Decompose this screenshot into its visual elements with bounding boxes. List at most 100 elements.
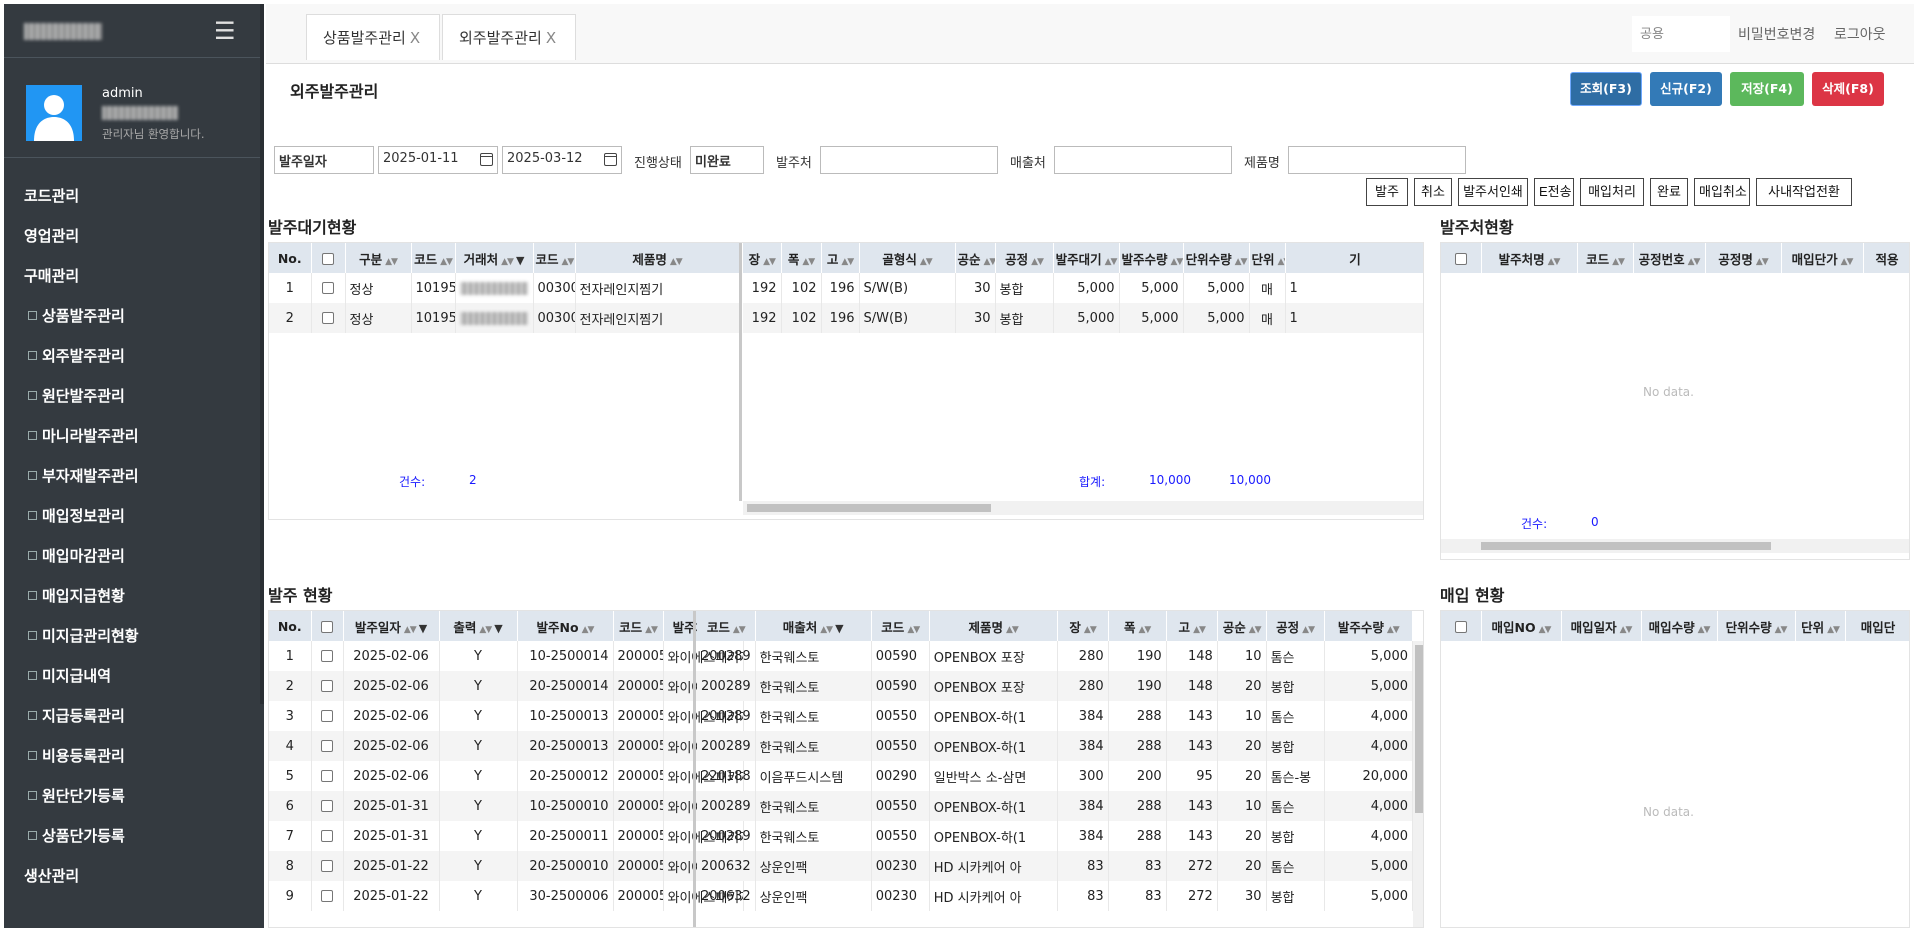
grid-cell[interactable]: 200005 — [613, 641, 664, 671]
grid-cell[interactable]: S/W(B) — [859, 303, 956, 333]
grid-cell[interactable]: 5,000 — [1119, 303, 1184, 333]
table-row[interactable]: 200289 한국웨스토 00550 OPENBOX-하(1 384 288 143 10 톰슨… — [697, 791, 1414, 821]
sort-icon[interactable]: ▲▼ — [1698, 625, 1711, 635]
grid-cell[interactable]: 00590 — [871, 641, 930, 671]
supplier-horizontal-scrollbar[interactable] — [1441, 539, 1909, 553]
grid-cell[interactable]: 200005 — [613, 701, 664, 731]
sidebar-item[interactable]: 매입정보관리 — [4, 496, 260, 536]
grid-cell[interactable]: 한국웨스토 — [755, 821, 872, 851]
grid-cell[interactable]: 280 — [1057, 671, 1109, 701]
table-row[interactable]: 192 102 196 S/W(B) 30 봉합 5,000 5,000 5,000 매 1 — [743, 273, 1423, 303]
tab-product-order[interactable]: 상품발주관리 X — [306, 14, 440, 60]
grid-cell[interactable]: 200289 — [697, 641, 756, 671]
action-button[interactable]: 사내작업전환 — [1756, 178, 1852, 206]
row-checkbox[interactable] — [321, 740, 333, 752]
action-button[interactable]: E전송 — [1534, 178, 1574, 206]
grid-cell[interactable]: 384 — [1057, 791, 1109, 821]
column-header[interactable]: 단위▲▼ — [1795, 611, 1846, 641]
grid-cell[interactable]: 200005 — [613, 791, 664, 821]
grid-cell[interactable]: 200005 — [613, 881, 664, 911]
column-header[interactable]: 구분 ▲▼ — [345, 243, 412, 273]
grid-cell[interactable]: 10 — [1217, 701, 1267, 731]
grid-cell[interactable]: 200289 — [697, 821, 756, 851]
column-header[interactable]: 공정 ▲▼ — [995, 243, 1054, 273]
sort-icon[interactable]: ▲▼ — [1031, 257, 1044, 267]
table-row[interactable]: 200289 한국웨스토 00550 OPENBOX-하(1 384 288 143 10 톰슨… — [697, 701, 1414, 731]
row-checkbox[interactable] — [321, 680, 333, 692]
action-button[interactable]: 매입취소 — [1694, 178, 1750, 206]
grid-cell[interactable]: 148 — [1166, 671, 1218, 701]
grid-cell[interactable]: OPENBOX-하(1 — [929, 821, 1058, 851]
grid-cell[interactable]: 95 — [1166, 761, 1218, 791]
grid-cell[interactable]: HD 시카케어 아 — [929, 851, 1058, 881]
grid-cell[interactable]: 200632 — [697, 881, 756, 911]
action-button[interactable]: 발주서인쇄 — [1458, 178, 1528, 206]
sort-icon[interactable]: ▲▼ — [1084, 625, 1097, 635]
column-header[interactable]: 발주No ▲▼ — [517, 611, 614, 641]
grid-cell[interactable]: 143 — [1166, 791, 1218, 821]
grid-cell[interactable]: 2025-01-31 — [343, 791, 440, 821]
grid-cell[interactable]: 288 — [1108, 701, 1167, 731]
grid-cell[interactable]: 20 — [1217, 731, 1267, 761]
action-button[interactable]: 취소 — [1414, 178, 1452, 206]
grid-cell[interactable]: 200289 — [697, 791, 756, 821]
table-row[interactable]: 1 정상101959 00300전자레인지찜기 — [269, 273, 740, 303]
grid-cell[interactable]: 20,000 — [1324, 761, 1414, 791]
grid-cell[interactable]: 102 — [781, 273, 822, 303]
column-header[interactable]: 코드 ▲▼ — [533, 243, 576, 273]
grid-cell[interactable]: 00230 — [871, 851, 930, 881]
table-row[interactable]: 200289 한국웨스토 00590 OPENBOX 포장 280 190 148 20 봉합 5… — [697, 671, 1414, 701]
grid-cell[interactable]: 200 — [1108, 761, 1167, 791]
scroll-thumb[interactable] — [747, 504, 991, 512]
grid-cell[interactable]: 전자레인지찜기 — [575, 303, 740, 333]
filter-icon[interactable]: ▼ — [516, 254, 524, 267]
select-all-checkbox[interactable] — [322, 253, 334, 265]
grid-cell[interactable]: 5,000 — [1324, 881, 1414, 911]
grid-cell[interactable]: 20-2500010 — [517, 851, 614, 881]
table-row[interactable]: 22025-02-06Y20-2500014200005와이에스패키지 — [269, 671, 744, 701]
grid-cell[interactable]: 220188 — [697, 761, 756, 791]
grid-cell[interactable]: 200005 — [613, 851, 664, 881]
grid-cell[interactable] — [311, 303, 346, 333]
table-row[interactable]: 220188 이음푸드시스템 00290 일반박스 소-삼면 300 200 95 20 톰슨-… — [697, 761, 1414, 791]
grid-cell[interactable]: 봉합 — [1266, 881, 1325, 911]
table-row[interactable]: 192 102 196 S/W(B) 30 봉합 5,000 5,000 5,000 매 1 — [743, 303, 1423, 333]
sidebar-item[interactable]: 미지급관리현황 — [4, 616, 260, 656]
grid-cell[interactable]: 20 — [1217, 671, 1267, 701]
grid-cell[interactable]: 10 — [1217, 641, 1267, 671]
grid-cell[interactable]: 272 — [1166, 881, 1218, 911]
scroll-thumb[interactable] — [1481, 542, 1771, 550]
table-row[interactable]: 5 2025-02-06 Y 20-2500012 200005 와이에스패키지 — [269, 761, 744, 791]
sort-icon[interactable]: ▲▼ — [907, 625, 920, 635]
grid-cell[interactable]: 상운인팩 — [755, 881, 872, 911]
grid-cell[interactable]: 10-2500010 — [517, 791, 614, 821]
grid-cell[interactable]: 288 — [1108, 821, 1167, 851]
sidebar-item[interactable]: 매입마감관리 — [4, 536, 260, 576]
column-header[interactable]: 골형식 ▲▼ — [859, 243, 956, 273]
grid-cell[interactable]: 7 — [269, 821, 312, 851]
grid-cell[interactable]: 5,000 — [1053, 273, 1120, 303]
grid-cell[interactable]: 200005 — [613, 761, 664, 791]
filter-icon[interactable]: ▼ — [419, 622, 427, 635]
grid-cell[interactable]: 00590 — [871, 671, 930, 701]
grid-cell[interactable]: 1 — [269, 641, 312, 671]
column-header[interactable] — [311, 243, 346, 273]
grid-cell[interactable]: Y — [439, 731, 518, 761]
sidebar-item[interactable]: 상품발주관리 — [4, 296, 260, 336]
grid-cell[interactable]: Y — [439, 851, 518, 881]
grid-cell[interactable]: 2025-01-22 — [343, 881, 440, 911]
sort-icon[interactable]: ▲▼ — [479, 625, 492, 635]
column-header[interactable]: 단위수량 ▲▼ — [1717, 611, 1796, 641]
grid-cell[interactable]: 83 — [1108, 851, 1167, 881]
change-password-link[interactable]: 비밀번호변경 — [1738, 24, 1815, 44]
column-header[interactable]: 코드 ▲▼ — [613, 611, 664, 641]
grid-cell[interactable] — [311, 881, 344, 911]
grid-cell[interactable]: 143 — [1166, 701, 1218, 731]
row-checkbox[interactable] — [322, 282, 334, 294]
grid-cell[interactable]: 00290 — [871, 761, 930, 791]
sidebar-item[interactable]: 원단발주관리 — [4, 376, 260, 416]
grid-cell[interactable] — [311, 701, 344, 731]
sort-icon[interactable]: ▲▼ — [1756, 257, 1769, 267]
grid-cell[interactable] — [311, 821, 344, 851]
sort-icon[interactable]: ▲▼ — [645, 625, 658, 635]
